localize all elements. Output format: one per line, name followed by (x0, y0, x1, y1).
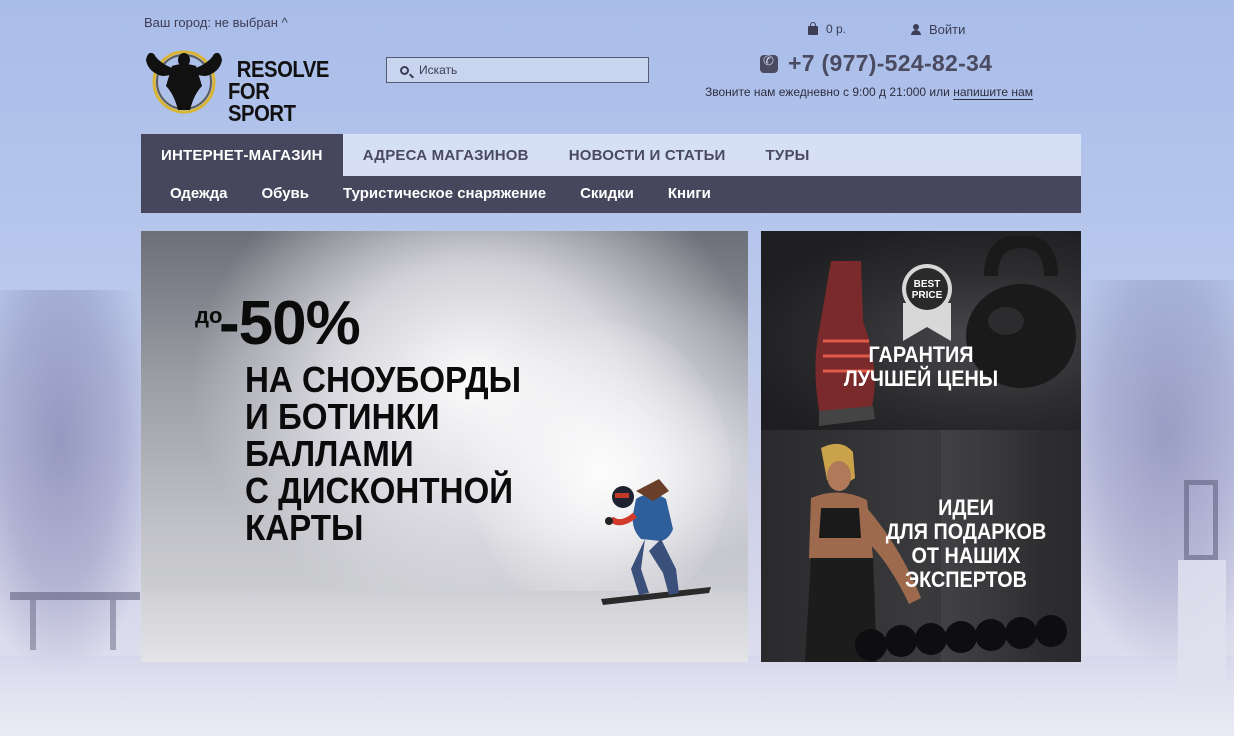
best-price-badge: BEST PRICE (902, 264, 952, 341)
sub-nav: Одежда Обувь Туристическое снаряжение Ск… (141, 176, 1081, 213)
promo-line: БАЛЛАМИ (245, 433, 414, 474)
cart-link[interactable]: 0 р. (808, 21, 847, 36)
badge-line-2: PRICE (912, 290, 943, 301)
best-price-line: ГАРАНТИЯ (868, 342, 974, 367)
call-note-text: Звоните нам ежедневно с 9:00 д 21:000 ил… (705, 85, 950, 99)
best-price-text: ГАРАНТИЯ ЛУЧШЕЙ ЦЕНЫ (777, 343, 1065, 391)
logo-line-1: RESOLVE (236, 56, 330, 82)
phone-number[interactable]: +7 (977)-524-82-34 (788, 50, 992, 77)
snowboarder-image (601, 479, 711, 605)
search-input[interactable] (417, 62, 641, 78)
promo-discount: -50% (219, 289, 361, 358)
best-price-line: ЛУЧШЕЙ ЦЕНЫ (843, 366, 999, 391)
sub-nav-item-shoes[interactable]: Обувь (244, 176, 326, 213)
bodybuilder-logo-icon (146, 50, 222, 114)
promo-line: КАРТЫ (245, 507, 364, 548)
gift-ideas-line: ИДЕИ (938, 495, 994, 520)
gift-ideas-line: ДЛЯ ПОДАРКОВ (885, 519, 1047, 544)
shopping-bag-icon (808, 21, 818, 35)
phone-icon (760, 54, 778, 73)
dumbbells-image (855, 615, 1067, 661)
phone-block[interactable]: +7 (977)-524-82-34 (760, 50, 992, 77)
snowboard-promo-banner[interactable]: до -50% НА СНОУБОРДЫ И БОТИНКИ БАЛЛАМИ С… (141, 231, 748, 662)
background-ground (0, 656, 1234, 736)
main-nav-item-store-addresses[interactable]: АДРЕСА МАГАЗИНОВ (343, 134, 549, 176)
login-label: Войти (929, 22, 966, 37)
user-icon (911, 23, 921, 36)
gift-ideas-line: ЭКСПЕРТОВ (905, 567, 1027, 592)
background-tower (1178, 480, 1226, 690)
background-picnic-table (0, 592, 140, 652)
write-us-link[interactable]: напишите нам (953, 85, 1033, 100)
badge-line-1: BEST (914, 279, 941, 290)
gift-ideas-text: ИДЕИ ДЛЯ ПОДАРКОВ ОТ НАШИХ ЭКСПЕРТОВ (881, 496, 1052, 592)
sub-nav-item-books[interactable]: Книги (651, 176, 728, 213)
best-price-banner[interactable]: BEST PRICE ГАРАНТИЯ ЛУЧШЕЙ ЦЕНЫ (761, 231, 1081, 430)
main-nav-item-online-store[interactable]: ИНТЕРНЕТ-МАГАЗИН (141, 134, 343, 176)
main-nav-item-tours[interactable]: ТУРЫ (746, 134, 830, 176)
logo-text: RESOLVE FOR SPORT (228, 56, 334, 126)
site-logo[interactable]: RESOLVE FOR SPORT (142, 46, 342, 125)
main-nav-item-news[interactable]: НОВОСТИ И СТАТЬИ (549, 134, 746, 176)
promo-lines: НА СНОУБОРДЫ И БОТИНКИ БАЛЛАМИ С ДИСКОНТ… (245, 361, 521, 546)
sub-nav-item-clothing[interactable]: Одежда (153, 176, 244, 213)
promo-line: И БОТИНКИ (245, 396, 440, 437)
logo-line-2: FOR SPORT (228, 78, 296, 126)
promo-line: НА СНОУБОРДЫ (245, 359, 522, 400)
sub-nav-item-discounts[interactable]: Скидки (563, 176, 651, 213)
promo-line: С ДИСКОНТНОЙ (245, 470, 514, 511)
main-nav: ИНТЕРНЕТ-МАГАЗИН АДРЕСА МАГАЗИНОВ НОВОСТ… (141, 134, 1081, 176)
cart-total: 0 р. (826, 22, 847, 36)
search-icon[interactable] (400, 65, 409, 75)
login-link[interactable]: Войти (911, 22, 965, 37)
city-selector[interactable]: Ваш город: не выбран ^ (144, 15, 288, 30)
gift-ideas-banner[interactable]: ИДЕИ ДЛЯ ПОДАРКОВ ОТ НАШИХ ЭКСПЕРТОВ (761, 430, 1081, 662)
call-note: Звоните нам ежедневно с 9:00 д 21:000 ил… (705, 85, 1033, 100)
sub-nav-item-tourist-gear[interactable]: Туристическое снаряжение (326, 176, 563, 213)
search-box[interactable] (386, 57, 649, 83)
gift-ideas-line: ОТ НАШИХ (911, 543, 1021, 568)
